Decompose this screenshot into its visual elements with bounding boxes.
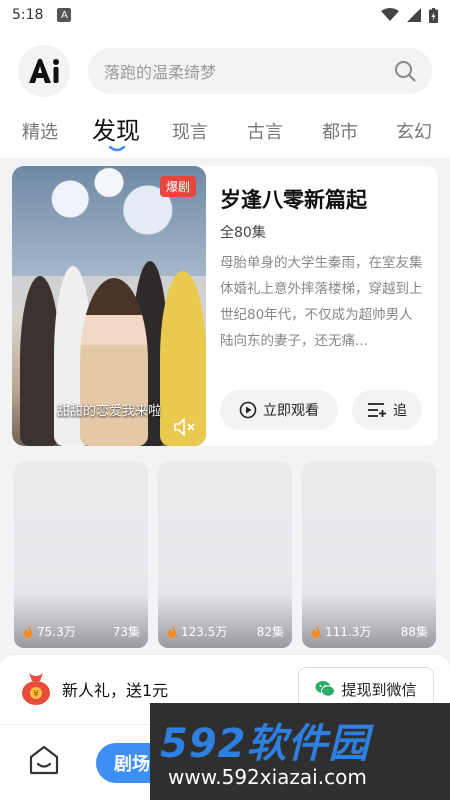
active-tab-indicator bbox=[109, 146, 125, 152]
tab-xuanhuan[interactable]: 玄幻 bbox=[396, 118, 432, 144]
site-watermark: 592软件园 www.592xiazai.com bbox=[150, 703, 450, 800]
card-views: 75.3万 bbox=[37, 625, 76, 639]
theater-nav-label: 剧场 bbox=[114, 754, 150, 775]
tab-dushi[interactable]: 都市 bbox=[322, 118, 358, 144]
follow-label: 追 bbox=[393, 403, 407, 419]
drama-card[interactable]: 75.3万 73集 bbox=[14, 462, 148, 648]
tab-guyan[interactable]: 古言 bbox=[247, 118, 283, 144]
notification-icon: A bbox=[57, 8, 72, 22]
follow-button[interactable]: 追 bbox=[352, 390, 422, 430]
add-to-list-icon bbox=[368, 403, 386, 417]
battery-icon bbox=[429, 7, 438, 23]
card-stats: 75.3万 73集 bbox=[22, 623, 140, 640]
featured-card[interactable]: 爆剧 甜甜的恋爱我来啦 岁逢八零新篇起 全80集 母胎单身的大学生秦雨，在室友集… bbox=[12, 166, 438, 446]
watch-now-button[interactable]: 立即观看 bbox=[220, 390, 338, 430]
home-nav-icon[interactable] bbox=[28, 745, 60, 775]
hot-badge: 爆剧 bbox=[159, 176, 196, 197]
category-tabs: 精选 发现 现言 古言 都市 玄幻 bbox=[0, 110, 450, 158]
poster-bride-figure bbox=[80, 278, 148, 446]
search-icon[interactable] bbox=[394, 60, 416, 82]
card-episodes: 82集 bbox=[256, 625, 284, 639]
flame-icon bbox=[23, 625, 33, 638]
signal-icon bbox=[407, 8, 421, 22]
wifi-icon bbox=[381, 8, 399, 21]
drama-card[interactable]: 111.3万 88集 bbox=[302, 462, 436, 648]
flame-icon bbox=[167, 625, 177, 638]
red-envelope-bag-icon: ¥ bbox=[22, 673, 50, 705]
search-bar[interactable]: 落跑的温柔绮梦 bbox=[88, 48, 432, 94]
mute-icon[interactable] bbox=[174, 418, 196, 436]
drama-card[interactable]: 123.5万 82集 bbox=[158, 462, 292, 648]
card-stats: 123.5万 82集 bbox=[166, 623, 284, 640]
featured-episodes: 全80集 bbox=[220, 225, 266, 241]
featured-title[interactable]: 岁逢八零新篇起 bbox=[220, 184, 367, 214]
card-stats: 111.3万 88集 bbox=[310, 623, 428, 640]
status-time: 5:18 bbox=[12, 7, 44, 23]
app-logo[interactable] bbox=[18, 45, 70, 97]
card-episodes: 88集 bbox=[400, 625, 428, 639]
header: 落跑的温柔绮梦 精选 发现 现言 古言 都市 玄幻 bbox=[0, 30, 450, 158]
svg-text:¥: ¥ bbox=[33, 690, 39, 700]
tab-xianyan[interactable]: 现言 bbox=[172, 118, 208, 144]
ai-logo-icon bbox=[29, 58, 59, 83]
tab-faxian[interactable]: 发现 bbox=[92, 111, 140, 146]
search-placeholder: 落跑的温柔绮梦 bbox=[104, 63, 217, 82]
flame-icon bbox=[311, 625, 321, 638]
card-views: 111.3万 bbox=[325, 625, 372, 639]
featured-poster[interactable]: 爆剧 甜甜的恋爱我来啦 bbox=[12, 166, 206, 446]
promo-text: 新人礼，送1元 bbox=[62, 681, 169, 700]
tab-jingxuan[interactable]: 精选 bbox=[22, 118, 58, 144]
watch-now-label: 立即观看 bbox=[263, 403, 319, 419]
watermark-brand: 592软件园 bbox=[160, 721, 370, 767]
card-views: 123.5万 bbox=[181, 625, 228, 639]
featured-description: 母胎单身的大学生秦雨，在室友集体婚礼上意外摔落楼梯，穿越到上世纪80年代，不仅成… bbox=[220, 255, 423, 349]
status-bar: 5:18 A bbox=[0, 0, 450, 30]
watermark-url: www.592xiazai.com bbox=[168, 765, 367, 789]
withdraw-label: 提现到微信 bbox=[341, 680, 417, 699]
poster-subtitle: 甜甜的恋爱我来啦 bbox=[56, 404, 161, 419]
play-circle-icon bbox=[239, 401, 257, 419]
wechat-icon bbox=[315, 681, 336, 697]
card-episodes: 73集 bbox=[112, 625, 140, 639]
